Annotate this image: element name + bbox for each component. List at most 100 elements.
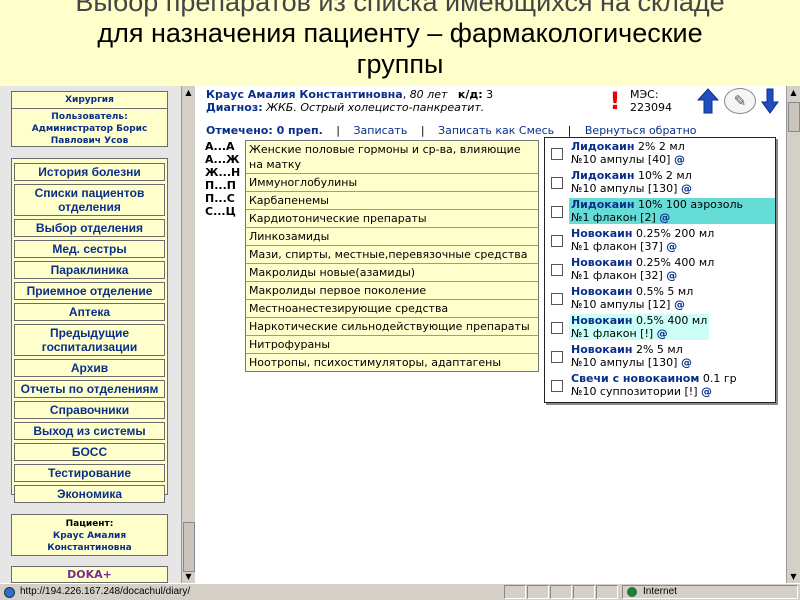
drug-name: Лидокаин — [571, 198, 635, 211]
drug-item: Новокаин 2% 5 мл №10 ампулы [130] @ — [547, 342, 775, 372]
letter-range-link[interactable]: П...С — [205, 192, 245, 205]
pharma-group-item[interactable]: Наркотические сильнодействующие препарат… — [246, 318, 538, 336]
letter-range-link[interactable]: А...Ж — [205, 153, 245, 166]
menu-item-nurses[interactable]: Мед. сестры — [14, 240, 165, 258]
drug-info-link[interactable]: @ — [666, 240, 677, 253]
drug-checkbox[interactable] — [551, 148, 563, 160]
separator: | — [420, 124, 425, 137]
drug-info-link[interactable]: @ — [659, 211, 670, 224]
drug-dose: 2% 2 мл — [637, 140, 685, 153]
drug-checkbox[interactable] — [551, 206, 563, 218]
menu-item-select-department[interactable]: Выбор отделения — [14, 219, 165, 237]
menu-item-paraclinic[interactable]: Параклиника — [14, 261, 165, 279]
drug-info-link[interactable]: @ — [674, 153, 685, 166]
drug-name: Новокаин — [571, 343, 633, 356]
drug-info-link[interactable]: @ — [701, 385, 712, 398]
scroll-down-arrow-icon[interactable]: ▼ — [184, 572, 193, 581]
drug-dose: 10% 2 мл — [637, 169, 692, 182]
slide-title-line-1: Выбор препаратов из списка имеющихся на … — [75, 0, 725, 17]
drug-pack: №10 ампулы [40] — [571, 153, 671, 166]
scroll-up-arrow-icon[interactable]: ▲ — [184, 88, 193, 97]
menu-item-boss[interactable]: БОСС — [14, 443, 165, 461]
main-scrollbar[interactable]: ▲ ▼ — [786, 86, 800, 583]
separator: | — [336, 124, 340, 137]
drug-info-link[interactable]: @ — [657, 327, 668, 340]
case-label: к/д: — [457, 88, 483, 101]
drug-info-link[interactable]: @ — [681, 182, 692, 195]
menu-item-reports[interactable]: Отчеты по отделениям — [14, 380, 165, 398]
letter-range-link[interactable]: Ж...Н — [205, 166, 245, 179]
drug-checkbox[interactable] — [551, 380, 563, 392]
scroll-down-arrow-icon[interactable]: ▼ — [789, 572, 798, 581]
pharma-group-item[interactable]: Женские половые гормоны и ср-ва, влияющи… — [246, 141, 538, 174]
tools-icon[interactable]: ✎ — [724, 88, 756, 114]
letter-range-link[interactable]: А...А — [205, 140, 245, 153]
patient-box: Пациент: Краус Амалия Константиновна — [11, 514, 168, 556]
pharma-group-item[interactable]: Нитрофураны — [246, 336, 538, 354]
menu-item-pharmacy[interactable]: Аптека — [14, 303, 165, 321]
drug-info-link[interactable]: @ — [674, 298, 685, 311]
drug-pack: №10 ампулы [130] — [571, 182, 678, 195]
diagnosis-text: ЖКБ. Острый холецисто-панкреатит. — [266, 101, 485, 114]
drug-info-link[interactable]: @ — [681, 356, 692, 369]
menu-item-testing[interactable]: Тестирование — [14, 464, 165, 482]
drug-checkbox[interactable] — [551, 177, 563, 189]
save-link[interactable]: Записать — [354, 124, 408, 137]
mes-value: 223094 — [630, 101, 672, 114]
drug-dose: 0.5% 400 мл — [635, 314, 708, 327]
drug-dose: 0.1 гр — [702, 372, 737, 385]
drug-item: Лидокаин 10% 2 мл №10 ампулы [130] @ — [547, 168, 775, 198]
pharma-group-item[interactable]: Макролиды первое поколение — [246, 282, 538, 300]
pharma-group-item[interactable]: Карбапенемы — [246, 192, 538, 210]
drug-item: Свечи с новокаином 0.1 гр №10 суппозитори… — [547, 371, 775, 401]
menu-item-history[interactable]: История болезни — [14, 163, 165, 181]
letter-range-link[interactable]: С...Ц — [205, 205, 245, 218]
department-name: Хирургия — [65, 95, 114, 105]
pharma-group-item[interactable]: Ноотропы, психостимуляторы, адаптагены — [246, 354, 538, 371]
drug-info-link[interactable]: @ — [666, 269, 677, 282]
menu-item-economics[interactable]: Экономика — [14, 485, 165, 503]
drug-checkbox[interactable] — [551, 264, 563, 276]
save-as-mix-link[interactable]: Записать как Смесь — [438, 124, 554, 137]
drug-pack: №1 флакон [37] — [571, 240, 663, 253]
menu-item-patient-lists[interactable]: Списки пациентов отделения — [14, 184, 165, 216]
patient-name: Краус Амалия Константиновна — [47, 531, 132, 553]
pharma-group-item[interactable]: Кардиотонические препараты — [246, 210, 538, 228]
security-zone: Internet — [622, 585, 798, 599]
arrow-down-icon[interactable] — [761, 88, 779, 114]
alphabet-index: А...А А...Ж Ж...Н П...П П...С С...Ц — [205, 140, 245, 218]
menu-item-logout[interactable]: Выход из системы — [14, 422, 165, 440]
arrow-up-icon[interactable] — [697, 88, 719, 114]
drug-dose: 0.25% 200 мл — [635, 227, 715, 240]
pharma-group-item[interactable]: Иммуноглобулины — [246, 174, 538, 192]
scroll-thumb[interactable] — [183, 522, 195, 572]
drug-checkbox[interactable] — [551, 293, 563, 305]
main-frame: Краус Амалия Константиновна, 80 лет к/д:… — [196, 86, 786, 583]
menu-item-previous-stays[interactable]: Предыдущие госпитализации — [14, 324, 165, 356]
go-back-link[interactable]: Вернуться обратно — [585, 124, 697, 137]
pharma-group-item[interactable]: Местноанестезирующие средства — [246, 300, 538, 318]
drug-checkbox[interactable] — [551, 322, 563, 334]
pharma-group-item[interactable]: Линкозамиды — [246, 228, 538, 246]
globe-icon — [627, 587, 637, 597]
header-age: 80 лет — [409, 88, 448, 101]
scroll-up-arrow-icon[interactable]: ▲ — [789, 88, 798, 97]
letter-range-link[interactable]: П...П — [205, 179, 245, 192]
drug-checkbox[interactable] — [551, 235, 563, 247]
page-icon — [4, 587, 15, 598]
menu-item-archive[interactable]: Архив — [14, 359, 165, 377]
drug-pack: №10 ампулы [12] — [571, 298, 671, 311]
drug-dose: 10% 100 аэрозоль — [637, 198, 744, 211]
drug-name: Новокаин — [571, 285, 633, 298]
mes-info: МЭС: 223094 — [630, 88, 672, 114]
drug-dose: 2% 5 мл — [635, 343, 683, 356]
pharma-group-item[interactable]: Макролиды новые(азамиды) — [246, 264, 538, 282]
left-scrollbar[interactable]: ▲ ▼ — [181, 86, 195, 583]
menu-item-directories[interactable]: Справочники — [14, 401, 165, 419]
menu-item-admission[interactable]: Приемное отделение — [14, 282, 165, 300]
scroll-thumb[interactable] — [788, 102, 800, 132]
drug-name: Свечи с новокаином — [571, 372, 700, 385]
pharma-group-item[interactable]: Мази, спирты, местные,перевязочные средс… — [246, 246, 538, 264]
drug-checkbox[interactable] — [551, 351, 563, 363]
drug-pack: №10 суппозитории [!] — [571, 385, 698, 398]
